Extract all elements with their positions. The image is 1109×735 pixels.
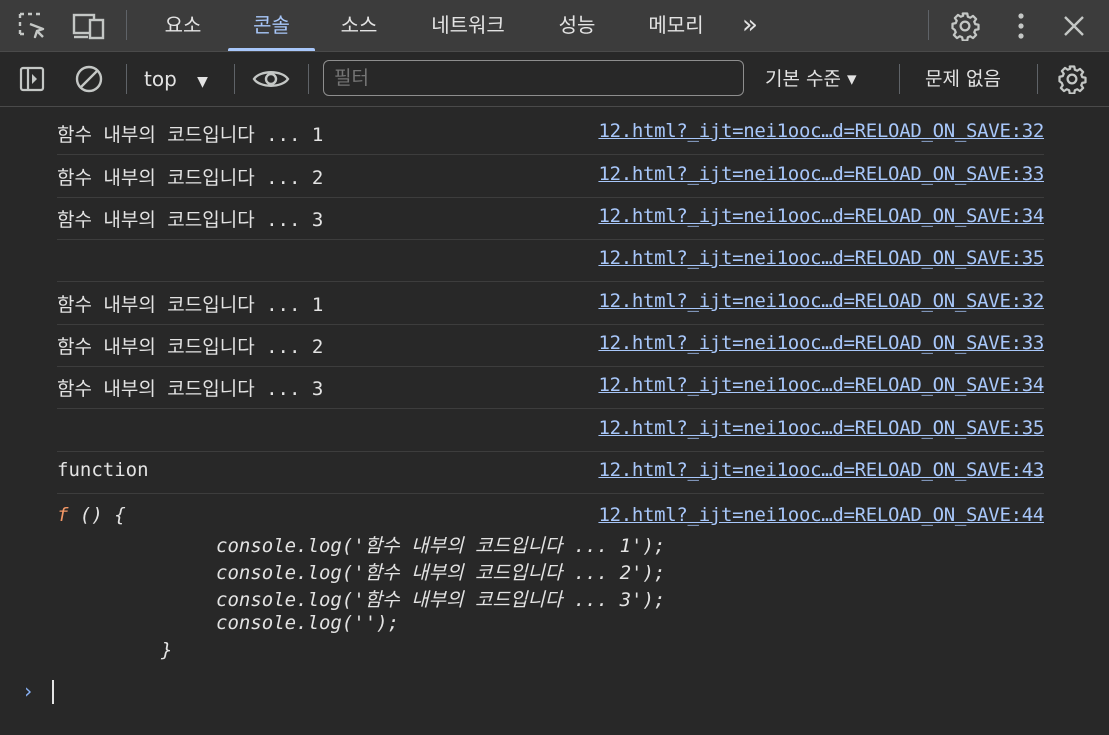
source-link[interactable]: 12.html?_ijt=nei1ooc…d=RELOAD_ON_SAVE:34: [598, 374, 1044, 396]
filter-input[interactable]: [323, 60, 744, 96]
tab-performance[interactable]: 성능: [543, 0, 611, 50]
console-message-row: 함수 내부의 코드입니다 ... 1 12.html?_ijt=nei1ooc……: [57, 112, 1044, 155]
console-message-text: function: [57, 459, 149, 481]
context-label: top: [144, 67, 177, 91]
more-tabs-icon[interactable]: »: [732, 0, 768, 50]
function-params: () {: [68, 504, 126, 526]
source-link[interactable]: 12.html?_ijt=nei1ooc…d=RELOAD_ON_SAVE:32: [598, 290, 1044, 312]
console-output: 함수 내부의 코드입니다 ... 1 12.html?_ijt=nei1ooc……: [0, 107, 1109, 735]
clear-console-icon[interactable]: [72, 63, 106, 95]
console-message-row: 함수 내부의 코드입니다 ... 3 12.html?_ijt=nei1ooc……: [57, 366, 1044, 409]
function-body-line: console.log('함수 내부의 코드입니다 ... 1');: [216, 535, 666, 557]
source-link[interactable]: 12.html?_ijt=nei1ooc…d=RELOAD_ON_SAVE:34: [598, 205, 1044, 227]
divider: [1037, 64, 1038, 94]
console-message-text: 함수 내부의 코드입니다 ... 2: [57, 336, 324, 358]
console-message-row: 함수 내부의 코드입니다 ... 3 12.html?_ijt=nei1ooc……: [57, 197, 1044, 240]
source-link[interactable]: 12.html?_ijt=nei1ooc…d=RELOAD_ON_SAVE:44: [598, 504, 1044, 526]
function-body-line: console.log('함수 내부의 코드입니다 ... 3');: [216, 589, 666, 611]
console-message-row: 함수 내부의 코드입니다 ... 2 12.html?_ijt=nei1ooc……: [57, 155, 1044, 198]
live-expression-eye-icon[interactable]: [250, 63, 292, 95]
function-body-line: console.log('');: [216, 612, 400, 634]
console-message-row: 12.html?_ijt=nei1ooc…d=RELOAD_ON_SAVE:35: [57, 239, 1044, 282]
devtools-tabbar: 요소 콘솔 소스 네트워크 성능 메모리 »: [0, 0, 1109, 52]
more-options-icon[interactable]: [1006, 9, 1036, 43]
console-message-text: 함수 내부의 코드입니다 ... 3: [57, 209, 324, 231]
divider: [899, 64, 900, 94]
divider: [126, 64, 127, 94]
console-message-text: 함수 내부의 코드입니다 ... 2: [57, 167, 324, 189]
inspect-element-icon[interactable]: [16, 11, 48, 41]
function-closing-brace: }: [161, 639, 173, 661]
console-message-text: 함수 내부의 코드입니다 ... 1: [57, 124, 324, 146]
divider: [234, 64, 235, 94]
tab-console[interactable]: 콘솔: [228, 0, 315, 50]
divider: [308, 64, 309, 94]
console-toolbar: top ▼ 기본 수준 ▾ 문제 없음: [0, 52, 1109, 107]
console-input-caret[interactable]: [52, 680, 54, 704]
console-message-text: 함수 내부의 코드입니다 ... 3: [57, 378, 324, 400]
close-icon[interactable]: [1058, 9, 1090, 43]
console-message-row: 함수 내부의 코드입니다 ... 2 12.html?_ijt=nei1ooc……: [57, 324, 1044, 367]
tab-elements[interactable]: 요소: [148, 0, 218, 50]
device-toolbar-icon[interactable]: [72, 11, 106, 41]
source-link[interactable]: 12.html?_ijt=nei1ooc…d=RELOAD_ON_SAVE:35: [598, 247, 1044, 269]
sidebar-toggle-icon[interactable]: [16, 63, 48, 95]
source-link[interactable]: 12.html?_ijt=nei1ooc…d=RELOAD_ON_SAVE:43: [598, 459, 1044, 481]
issues-counter[interactable]: 문제 없음: [925, 64, 1001, 94]
settings-gear-icon[interactable]: [948, 9, 982, 43]
log-level-dropdown[interactable]: 기본 수준 ▾: [765, 64, 857, 94]
console-message-row: function 12.html?_ijt=nei1ooc…d=RELOAD_O…: [57, 451, 1044, 494]
function-body-line: console.log('함수 내부의 코드입니다 ... 2');: [216, 562, 666, 584]
function-signature: f () {: [57, 504, 126, 526]
divider: [928, 10, 929, 40]
tab-memory[interactable]: 메모리: [631, 0, 721, 50]
console-message-row: 함수 내부의 코드입니다 ... 1 12.html?_ijt=nei1ooc……: [57, 282, 1044, 325]
divider: [126, 10, 127, 40]
console-message-text: 함수 내부의 코드입니다 ... 1: [57, 294, 324, 316]
active-tab-indicator: [228, 48, 315, 51]
tab-network[interactable]: 네트워크: [413, 0, 523, 50]
context-selector[interactable]: top ▼: [144, 64, 208, 94]
source-link[interactable]: 12.html?_ijt=nei1ooc…d=RELOAD_ON_SAVE:35: [598, 417, 1044, 439]
tab-sources[interactable]: 소스: [325, 0, 393, 50]
source-link[interactable]: 12.html?_ijt=nei1ooc…d=RELOAD_ON_SAVE:32: [598, 120, 1044, 142]
source-link[interactable]: 12.html?_ijt=nei1ooc…d=RELOAD_ON_SAVE:33: [598, 332, 1044, 354]
source-link[interactable]: 12.html?_ijt=nei1ooc…d=RELOAD_ON_SAVE:33: [598, 163, 1044, 185]
console-prompt-icon: ›: [22, 679, 35, 703]
chevron-down-icon: ▼: [197, 74, 208, 90]
function-keyword: f: [57, 504, 69, 526]
console-settings-gear-icon[interactable]: [1054, 62, 1090, 96]
console-message-row: 12.html?_ijt=nei1ooc…d=RELOAD_ON_SAVE:35: [57, 409, 1044, 452]
